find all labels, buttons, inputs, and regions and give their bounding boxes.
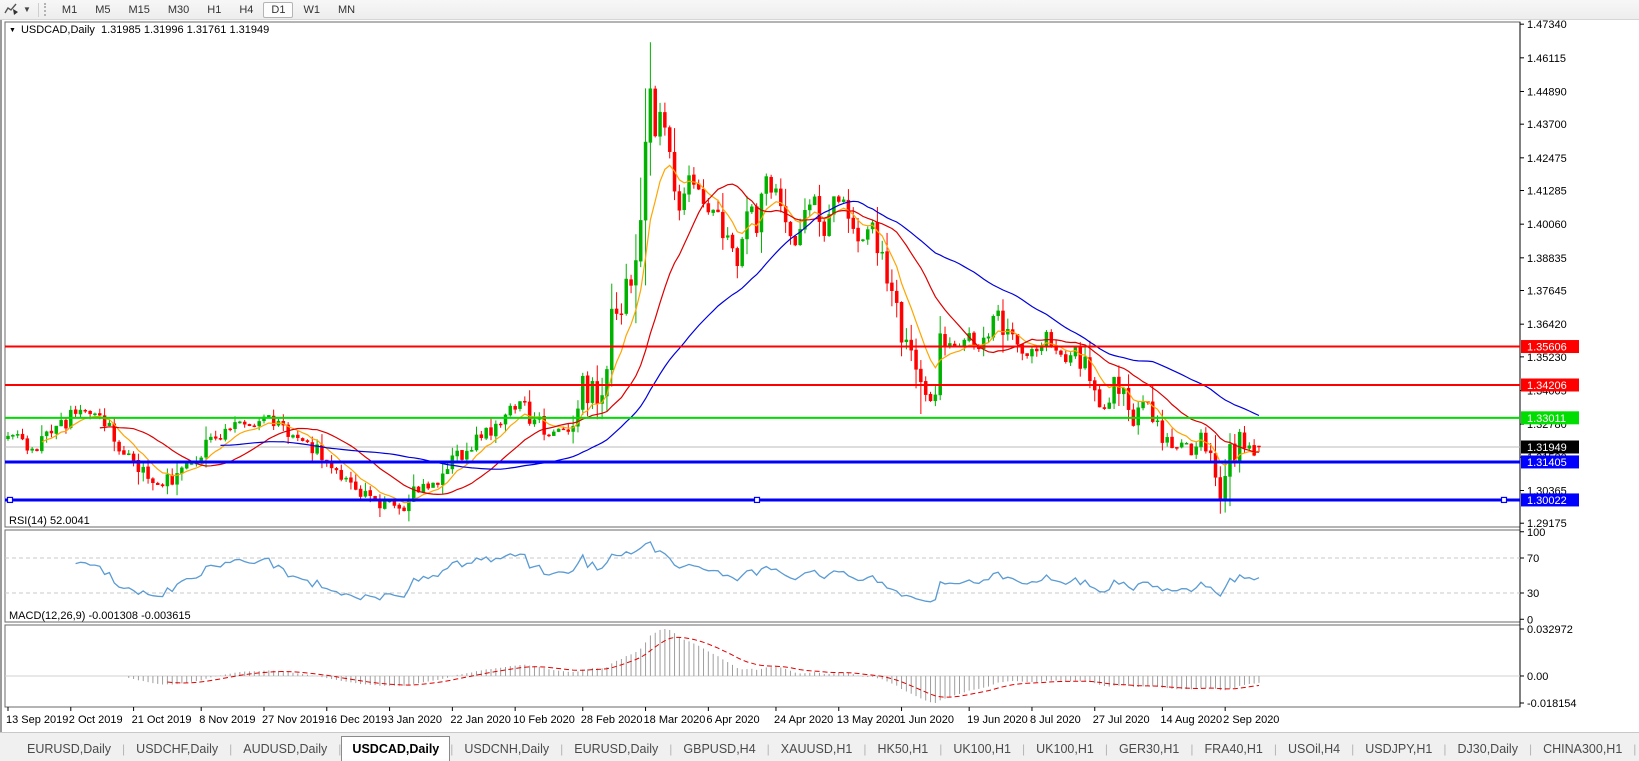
chart-tab-china300-h1[interactable]: CHINA300,H1	[1532, 736, 1633, 761]
date-label: 2 Sep 2020	[1223, 714, 1279, 726]
date-label: 16 Dec 2019	[325, 714, 387, 726]
chart-tab-xauusd-h1[interactable]: XAUUSD,H1	[770, 736, 864, 761]
timeframe-button-m30[interactable]: M30	[160, 2, 197, 18]
price-level-label: 1.35606	[1527, 342, 1567, 354]
date-label: 14 Aug 2020	[1160, 714, 1222, 726]
svg-text:1.44890: 1.44890	[1527, 86, 1567, 98]
svg-text:1.43700: 1.43700	[1527, 119, 1567, 131]
svg-text:1.47340: 1.47340	[1527, 20, 1567, 31]
date-label: 24 Apr 2020	[774, 714, 833, 726]
date-axis[interactable]: 13 Sep 20192 Oct 2019 21 Oct 2019 8 Nov 20…	[6, 707, 1279, 726]
chevron-down-icon[interactable]: ▼	[23, 5, 31, 14]
svg-text:1.41285: 1.41285	[1527, 186, 1567, 198]
date-label: 22 Jan 2020	[450, 714, 511, 726]
line-selection-handle[interactable]	[755, 497, 760, 502]
chart-window[interactable]: ▼ USDCAD,Daily 1.31985 1.31996 1.31761 1…	[0, 20, 1639, 732]
svg-text:70: 70	[1527, 553, 1539, 565]
svg-text:0.00: 0.00	[1527, 671, 1548, 683]
date-label: 27 Jul 2020	[1093, 714, 1150, 726]
line-selection-handle[interactable]	[8, 497, 13, 502]
svg-text:-0.018154: -0.018154	[1527, 698, 1577, 710]
price-level-label: 1.33011	[1527, 413, 1566, 425]
chart-tab-usdchf-daily[interactable]: USDCHF,Daily	[125, 736, 229, 761]
toolbar-grip-handle[interactable]	[44, 3, 48, 16]
timeframe-button-w1[interactable]: W1	[295, 2, 328, 18]
chart-tab-ger30-h1[interactable]: GER30,H1	[1108, 736, 1190, 761]
chart-tab-fra40-h1[interactable]: FRA40,H1	[1194, 736, 1274, 761]
date-label: 1 Jun 2020	[900, 714, 954, 726]
chart-title-text: USDCAD,Daily 1.31985 1.31996 1.31761 1.3…	[21, 24, 269, 36]
chart-pointer-icon[interactable]	[4, 3, 19, 16]
chart-tab-bar: EURUSD,Daily|USDCHF,Daily|AUDUSD,Daily|U…	[0, 732, 1639, 761]
date-label: 2 Oct 2019	[69, 714, 123, 726]
price-level-label: 1.31949	[1527, 442, 1567, 454]
chart-tab-uk100-h1[interactable]: UK100,H1	[1025, 736, 1105, 761]
date-label: 13 May 2020	[837, 714, 901, 726]
timeframe-button-d1[interactable]: D1	[263, 2, 293, 18]
timeframe-button-h1[interactable]: H1	[199, 2, 229, 18]
price-chart-canvas[interactable]: 1.47340 1.46115 1.44890 1.43700 1.42475 1.412…	[0, 20, 1639, 732]
date-label: 8 Nov 2019	[199, 714, 255, 726]
price-axis: 1.47340 1.46115 1.44890 1.43700 1.42475 1.412…	[1520, 20, 1579, 710]
timeframe-button-h4[interactable]: H4	[231, 2, 261, 18]
rsi-indicator-label: RSI(14) 52.0041	[9, 515, 90, 527]
svg-text:1.37645: 1.37645	[1527, 286, 1567, 298]
symbol-dropdown-icon[interactable]: ▼	[9, 27, 16, 34]
date-label: 6 Apr 2020	[706, 714, 759, 726]
chart-tab-usoil-h4[interactable]: USOil,H4	[1277, 736, 1351, 761]
macd-indicator-label: MACD(12,26,9) -0.001308 -0.003615	[9, 610, 191, 622]
price-level-label: 1.31405	[1527, 457, 1567, 469]
svg-text:0.032972: 0.032972	[1527, 624, 1573, 636]
date-label: 21 Oct 2019	[132, 714, 192, 726]
date-label: 8 Jul 2020	[1030, 714, 1081, 726]
chart-tab-hk50-h1[interactable]: HK50,H1	[866, 736, 939, 761]
timeframe-button-m5[interactable]: M5	[87, 2, 118, 18]
timeframe-button-m15[interactable]: M15	[120, 2, 157, 18]
date-label: 28 Feb 2020	[581, 714, 643, 726]
chart-tab-usdcad-daily[interactable]: USDCAD,Daily	[341, 736, 450, 761]
timeframe-button-mn[interactable]: MN	[330, 2, 363, 18]
chart-tab-audusd-daily[interactable]: AUDUSD,Daily	[232, 736, 338, 761]
svg-text:100: 100	[1527, 527, 1545, 539]
chart-tab-eurusd-daily[interactable]: EURUSD,Daily	[563, 736, 669, 761]
date-label: 18 Mar 2020	[644, 714, 706, 726]
svg-text:1.46115: 1.46115	[1527, 53, 1566, 65]
chart-tab-usdcnh-daily[interactable]: USDCNH,Daily	[453, 736, 560, 761]
date-label: 10 Feb 2020	[513, 714, 575, 726]
svg-text:1.40060: 1.40060	[1527, 219, 1567, 231]
svg-text:30: 30	[1527, 588, 1539, 600]
price-level-label: 1.34206	[1527, 380, 1567, 392]
top-toolbar: ▼ M1M5M15M30H1H4D1W1MN	[0, 0, 1639, 20]
price-level-label: 1.30022	[1527, 495, 1567, 507]
date-label: 13 Sep 2019	[6, 714, 68, 726]
chart-tab-gbpusd-h4[interactable]: GBPUSD,H4	[672, 736, 766, 761]
date-label: 3 Jan 2020	[388, 714, 442, 726]
timeframe-button-m1[interactable]: M1	[54, 2, 85, 18]
chart-tab-usdjpy-h1[interactable]: USDJPY,H1	[1354, 736, 1443, 761]
chart-tab-eurusd-daily[interactable]: EURUSD,Daily	[16, 736, 122, 761]
svg-text:1.38835: 1.38835	[1527, 253, 1567, 265]
svg-text:1.42475: 1.42475	[1527, 153, 1567, 165]
toolbar-separator	[38, 3, 39, 17]
date-label: 27 Nov 2019	[262, 714, 324, 726]
svg-text:1.35230: 1.35230	[1527, 352, 1567, 364]
line-selection-handle[interactable]	[1502, 497, 1507, 502]
chart-tab-dj30-daily[interactable]: DJ30,Daily	[1447, 736, 1529, 761]
date-label: 19 Jun 2020	[967, 714, 1028, 726]
svg-text:1.36420: 1.36420	[1527, 319, 1567, 331]
chart-tab-uk100-h1[interactable]: UK100,H1	[942, 736, 1022, 761]
chart-title: ▼ USDCAD,Daily 1.31985 1.31996 1.31761 1…	[9, 24, 269, 36]
